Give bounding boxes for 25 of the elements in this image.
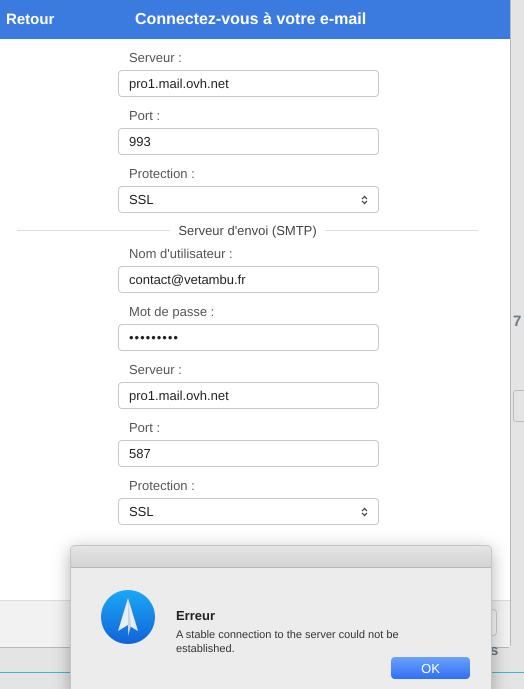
- input-field[interactable]: pro1.mail.ovh.net: [118, 70, 379, 97]
- input-field[interactable]: 587: [118, 440, 379, 467]
- window-title: Connectez-vous à votre e-mail: [135, 10, 366, 28]
- chevron-icon: [361, 506, 368, 516]
- input-field[interactable]: pro1.mail.ovh.net: [118, 382, 379, 409]
- field-label: Protection :: [129, 166, 195, 182]
- input-field[interactable]: 993: [118, 128, 379, 155]
- select-field[interactable]: SSL: [118, 498, 379, 525]
- chevron-icon: [361, 194, 368, 204]
- field-label: Nom d'utilisateur :: [129, 246, 233, 262]
- field-label: Serveur :: [129, 50, 182, 66]
- back-link[interactable]: Retour: [0, 11, 135, 28]
- alert-title: Erreur: [176, 608, 216, 623]
- section-title: Serveur d'envoi (SMTP): [178, 222, 317, 238]
- background-text: 7: [513, 313, 522, 330]
- paper-plane-icon: [100, 589, 156, 645]
- field-label: Port :: [129, 108, 160, 124]
- field-label: Mot de passe :: [129, 304, 214, 320]
- password-field[interactable]: •••••••••: [118, 324, 379, 351]
- field-label: Serveur :: [129, 362, 182, 378]
- alert-message: A stable connection to the server could not be established.: [176, 628, 400, 656]
- select-field[interactable]: SSL: [118, 186, 379, 213]
- field-label: Port :: [129, 420, 160, 436]
- field-label: Protection :: [129, 478, 195, 494]
- input-field[interactable]: contact@vetambu.fr: [118, 266, 379, 293]
